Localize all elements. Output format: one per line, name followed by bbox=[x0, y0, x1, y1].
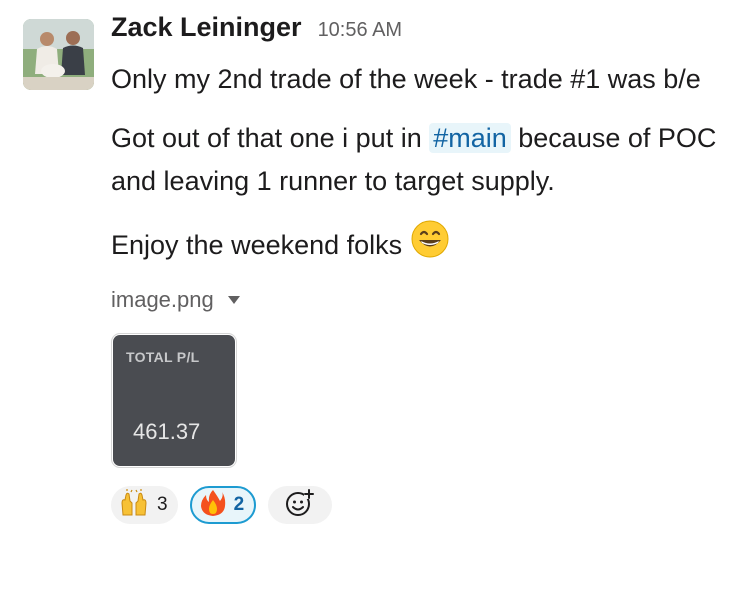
avatar-photo bbox=[23, 19, 94, 90]
channel-mention-link[interactable]: #main bbox=[429, 123, 511, 153]
message: Zack Leininger 10:56 AM Only my 2nd trad… bbox=[0, 0, 730, 590]
message-content: Zack Leininger 10:56 AM Only my 2nd trad… bbox=[111, 12, 721, 524]
reaction-fire[interactable]: 2 bbox=[189, 486, 257, 524]
thumbnail-label: TOTAL P/L bbox=[126, 349, 200, 365]
thumbnail-value: 461.37 bbox=[133, 419, 201, 444]
chevron-down-icon[interactable] bbox=[227, 296, 240, 304]
image-preview: TOTAL P/L 461.37 bbox=[113, 335, 235, 466]
reaction-count: 3 bbox=[157, 494, 168, 515]
message-text-segment: Enjoy the weekend folks bbox=[111, 230, 403, 260]
attachment-file-name[interactable]: image.png bbox=[111, 287, 214, 313]
message-text-line-3: Enjoy the weekend folks bbox=[111, 219, 721, 272]
add-reaction-button[interactable] bbox=[268, 486, 333, 524]
reaction-count: 2 bbox=[233, 494, 245, 515]
message-text-segment: Got out of that one i put in bbox=[111, 123, 430, 153]
attachment-header: image.png bbox=[111, 282, 721, 318]
raised-hands-icon bbox=[119, 488, 149, 522]
fire-icon bbox=[200, 489, 226, 522]
message-header: Zack Leininger 10:56 AM bbox=[111, 12, 721, 58]
reaction-raised-hands[interactable]: 3 bbox=[111, 486, 178, 524]
image-attachment-thumbnail[interactable]: TOTAL P/L 461.37 bbox=[111, 333, 237, 468]
message-timestamp[interactable]: 10:56 AM bbox=[318, 19, 403, 42]
message-text-line-1: Only my 2nd trade of the week - trade #1… bbox=[111, 64, 701, 94]
avatar[interactable] bbox=[23, 19, 94, 90]
message-text-line-2: Got out of that one i put in #main becau… bbox=[111, 117, 721, 203]
add-reaction-icon bbox=[285, 488, 315, 523]
grinning-face-emoji-icon bbox=[410, 219, 450, 272]
sender-name[interactable]: Zack Leininger bbox=[111, 12, 302, 43]
reactions-bar: 3 2 bbox=[111, 486, 721, 524]
